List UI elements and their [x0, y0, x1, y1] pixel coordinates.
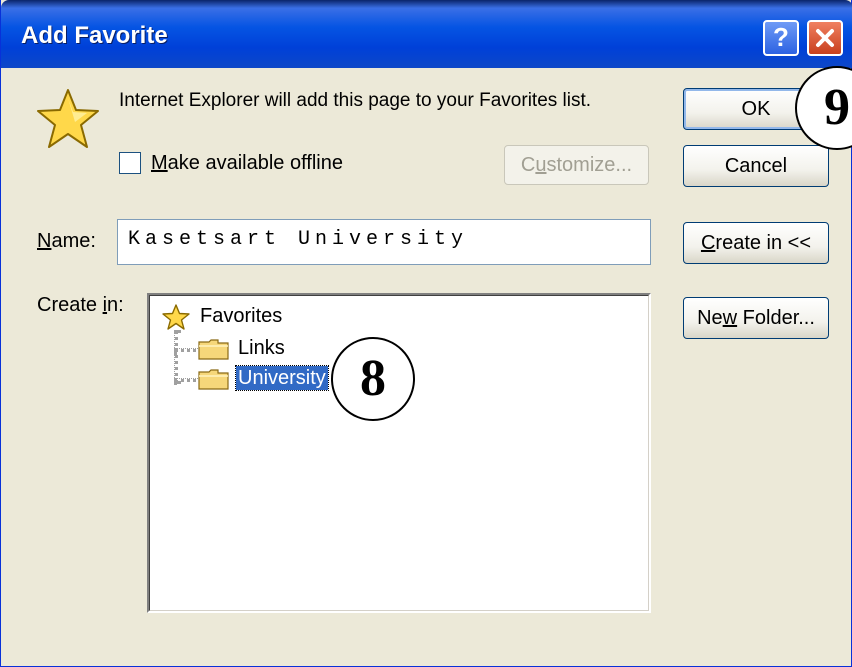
createin-label-a: Create [37, 294, 103, 316]
make-offline-label[interactable]: Make available offline [151, 152, 343, 175]
step-callout-9: 9 [795, 66, 852, 150]
favorites-star-icon [37, 89, 99, 148]
offline-mnemonic: M [151, 152, 168, 174]
tree-item-favorites-label: Favorites [200, 305, 283, 327]
createin-label-b: n: [107, 294, 124, 316]
name-mnemonic: N [37, 230, 52, 252]
customize-button[interactable]: Customize... [504, 145, 649, 185]
newfolder-text-a: Ne [697, 307, 723, 329]
customize-mnemonic: u [535, 154, 547, 176]
tree-item-links-label: Links [238, 337, 285, 359]
offline-label-text: ake available offline [167, 152, 343, 174]
newfolder-mnemonic: w [722, 307, 738, 329]
folder-tree-inner: Favorites Links University [149, 295, 649, 611]
make-offline-checkbox[interactable] [119, 152, 141, 174]
tree-item-university-label: University [235, 365, 329, 391]
create-in-label: Create in: [37, 294, 124, 317]
close-button[interactable] [807, 20, 843, 56]
customize-text-b: stomize... [546, 154, 633, 176]
createin-text-b: reate in << [715, 232, 812, 254]
newfolder-text-b: Folder... [737, 307, 815, 329]
add-favorite-dialog: Add Favorite ? Internet Explorer will ad… [0, 0, 852, 667]
folder-tree[interactable]: Favorites Links University [147, 293, 651, 613]
name-label-text: ame: [51, 230, 96, 252]
createin-mnemonic: C [700, 232, 716, 254]
cancel-button[interactable]: Cancel [683, 145, 829, 187]
folder-icon [198, 369, 229, 390]
favorites-star-icon-small [162, 304, 190, 330]
title-bar[interactable]: Add Favorite ? [1, 0, 852, 68]
step-callout-8: 8 [331, 337, 415, 421]
dialog-title: Add Favorite [21, 22, 168, 49]
create-in-button[interactable]: Create in << [683, 222, 829, 264]
new-folder-button[interactable]: New Folder... [683, 297, 829, 339]
close-icon [816, 29, 834, 47]
name-input[interactable]: Kasetsart University [117, 219, 651, 265]
question-mark-icon: ? [773, 22, 789, 52]
folder-icon [198, 339, 229, 360]
customize-text-a: C [520, 154, 536, 176]
name-label: Name: [37, 230, 96, 253]
info-message: Internet Explorer will add this page to … [119, 90, 592, 111]
help-button[interactable]: ? [763, 20, 799, 56]
tree-line-vertical [174, 330, 178, 384]
